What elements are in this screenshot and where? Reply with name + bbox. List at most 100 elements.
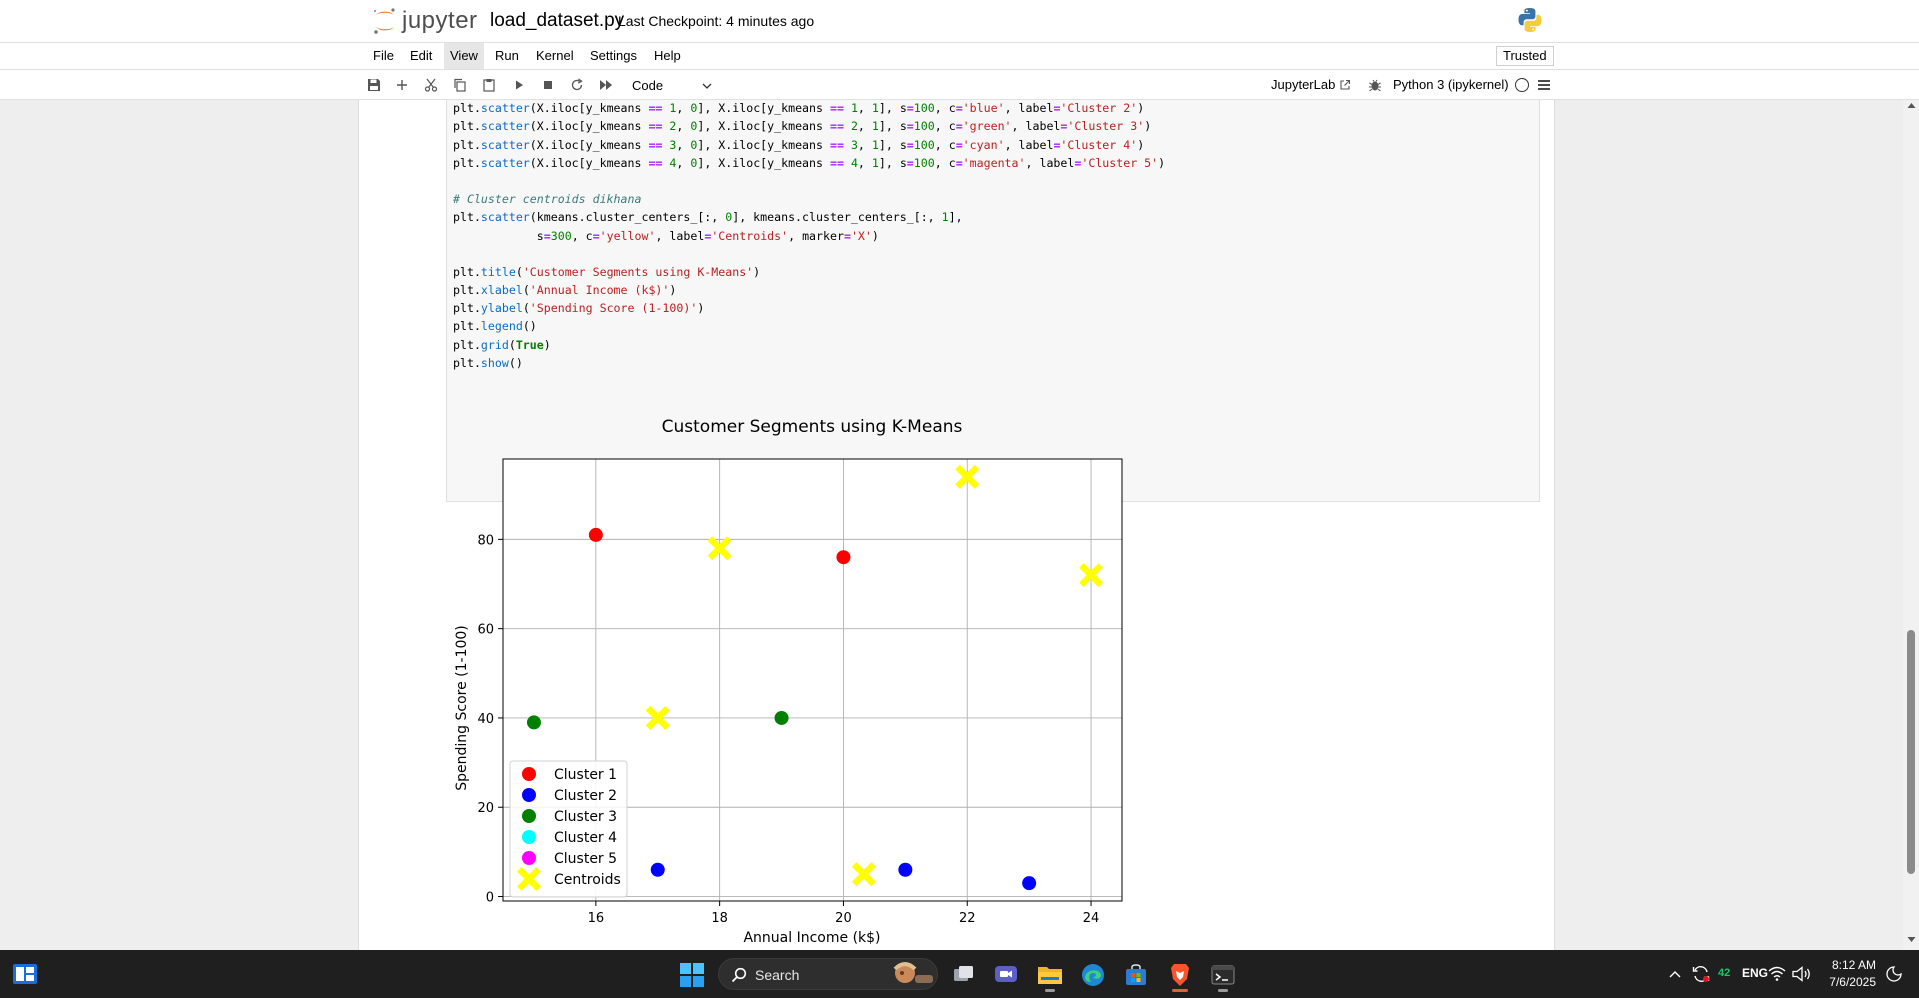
edge-browser-icon[interactable]: [1076, 958, 1110, 992]
legend-marker: [522, 788, 536, 802]
menu-file[interactable]: File: [367, 43, 400, 69]
legend-label: Centroids: [554, 872, 621, 888]
kernel-name[interactable]: Python 3 (ipykernel): [1393, 77, 1509, 92]
open-jupyterlab-link[interactable]: JupyterLab: [1271, 77, 1351, 92]
y-tick-label: 80: [477, 533, 494, 548]
search-highlight-art-icon: [893, 962, 933, 983]
menu-settings[interactable]: Settings: [584, 43, 643, 69]
menu-edit[interactable]: Edit: [404, 43, 438, 69]
x-tick-label: 16: [588, 911, 605, 926]
search-label: Search: [755, 967, 800, 983]
x-axis-label: Annual Income (k$): [743, 930, 880, 946]
restart-run-all-icon[interactable]: [596, 75, 616, 95]
tray-badge-count[interactable]: 42: [1718, 967, 1730, 979]
notebook-scrollbar[interactable]: [1903, 100, 1919, 950]
y-axis-label: Spending Score (1-100): [454, 625, 470, 791]
save-icon[interactable]: [364, 75, 384, 95]
restart-icon[interactable]: [567, 75, 587, 95]
widgets-icon[interactable]: [12, 962, 38, 986]
wifi-icon[interactable]: [1768, 966, 1786, 982]
data-point: [898, 862, 913, 877]
taskbar-search-box[interactable]: Search: [718, 958, 938, 990]
kernel-status-idle-icon: [1515, 78, 1529, 92]
scroll-down-arrow-icon[interactable]: [1907, 936, 1916, 943]
legend-label: Cluster 5: [554, 851, 617, 867]
x-tick-label: 22: [959, 911, 976, 926]
python-logo-icon: [1518, 8, 1542, 32]
menu-run[interactable]: Run: [489, 43, 525, 69]
code-line: plt.scatter(X.iloc[y_kmeans == 2, 0], X.…: [453, 119, 1152, 134]
windows-start-icon[interactable]: [680, 963, 704, 987]
trusted-indicator[interactable]: Trusted: [1496, 46, 1554, 66]
file-explorer-icon[interactable]: [1033, 958, 1067, 992]
data-point: [774, 710, 789, 725]
scrollbar-thumb[interactable]: [1907, 630, 1915, 874]
notification-icon[interactable]: [1886, 966, 1902, 982]
legend-marker: [522, 809, 536, 823]
code-line: s=300, c='yellow', label='Centroids', ma…: [453, 228, 879, 243]
data-point: [836, 550, 851, 565]
legend-label: Cluster 1: [554, 767, 617, 783]
jupyter-logo[interactable]: jupyter: [372, 6, 478, 36]
terminal-icon[interactable]: [1206, 958, 1240, 992]
y-tick-label: 20: [477, 801, 494, 816]
code-line: plt.show(): [453, 355, 523, 370]
code-line: plt.scatter(X.iloc[y_kmeans == 1, 0], X.…: [453, 101, 1145, 116]
windows-taskbar: Search 42 ENG 8:12 AM 7/6/2025: [0, 950, 1919, 998]
notebook-name[interactable]: load_dataset.py: [490, 10, 624, 32]
legend-label: Cluster 3: [554, 809, 617, 825]
y-tick-label: 40: [477, 712, 494, 727]
data-point: [526, 715, 541, 730]
debugger-bug-icon[interactable]: [1368, 78, 1382, 92]
notebook-header: jupyter load_dataset.py Last Checkpoint:…: [0, 0, 1919, 42]
legend-marker: [522, 767, 536, 781]
microsoft-store-icon[interactable]: [1119, 958, 1153, 992]
chart-legend: Cluster 1 Cluster 2 Cluster 3 Cluster 4 Clus…: [509, 760, 628, 898]
y-tick-label: 0: [486, 891, 494, 906]
search-icon: [731, 967, 747, 983]
hamburger-menu-icon[interactable]: [1537, 79, 1551, 91]
data-point: [588, 527, 603, 542]
brave-browser-icon[interactable]: [1163, 958, 1197, 992]
code-line: plt.scatter(X.iloc[y_kmeans == 3, 0], X.…: [453, 137, 1145, 152]
chevron-down-icon[interactable]: [702, 82, 712, 90]
scroll-up-arrow-icon[interactable]: [1907, 102, 1916, 109]
add-cell-icon[interactable]: [392, 75, 412, 95]
code-line: plt.scatter(X.iloc[y_kmeans == 4, 0], X.…: [453, 155, 1166, 170]
notebook-panel: plt.scatter(X.iloc[y_kmeans == 0, 0], X.…: [0, 100, 1919, 950]
task-view-icon[interactable]: [947, 958, 981, 992]
code-line: plt.legend(): [453, 319, 537, 334]
jupyter-logo-icon: [373, 8, 395, 34]
menu-view[interactable]: View: [444, 43, 484, 69]
language-indicator[interactable]: ENG: [1742, 966, 1768, 980]
copy-icon[interactable]: [450, 75, 470, 95]
cut-icon[interactable]: [421, 75, 441, 95]
code-line: plt.scatter(kmeans.cluster_centers_[:, 0…: [453, 210, 963, 225]
sync-icon[interactable]: [1691, 964, 1711, 984]
y-tick-label: 60: [477, 623, 494, 638]
legend-marker: [522, 851, 536, 865]
code-editor[interactable]: plt.scatter(X.iloc[y_kmeans == 0, 0], X.…: [453, 100, 1165, 372]
code-line: # Cluster centroids dikhana: [453, 192, 642, 207]
chevron-up-icon[interactable]: [1669, 969, 1681, 979]
teams-meet-icon[interactable]: [989, 958, 1023, 992]
scatter-chart: Customer Segments using K-Means 16 18 20 22…: [454, 417, 1123, 946]
legend-label: Cluster 4: [554, 830, 617, 846]
menu-kernel[interactable]: Kernel: [530, 43, 580, 69]
paste-icon[interactable]: [479, 75, 499, 95]
chart-title: Customer Segments using K-Means: [662, 417, 963, 437]
x-tick-label: 24: [1083, 911, 1100, 926]
x-tick-label: 20: [835, 911, 852, 926]
stop-icon[interactable]: [538, 75, 558, 95]
data-point: [650, 862, 665, 877]
menu-help[interactable]: Help: [648, 43, 687, 69]
run-icon[interactable]: [509, 75, 529, 95]
legend-marker: [522, 830, 536, 844]
clock-date: 7/6/2025: [1829, 975, 1876, 989]
notebook-toolbar: Code JupyterLab Python 3 (ipykernel): [0, 70, 1919, 100]
taskbar-clock[interactable]: 8:12 AM 7/6/2025: [1820, 957, 1876, 991]
volume-icon[interactable]: [1792, 966, 1812, 982]
jupyter-logo-text: jupyter: [402, 7, 478, 34]
jupyterlab-link-label: JupyterLab: [1271, 77, 1336, 92]
